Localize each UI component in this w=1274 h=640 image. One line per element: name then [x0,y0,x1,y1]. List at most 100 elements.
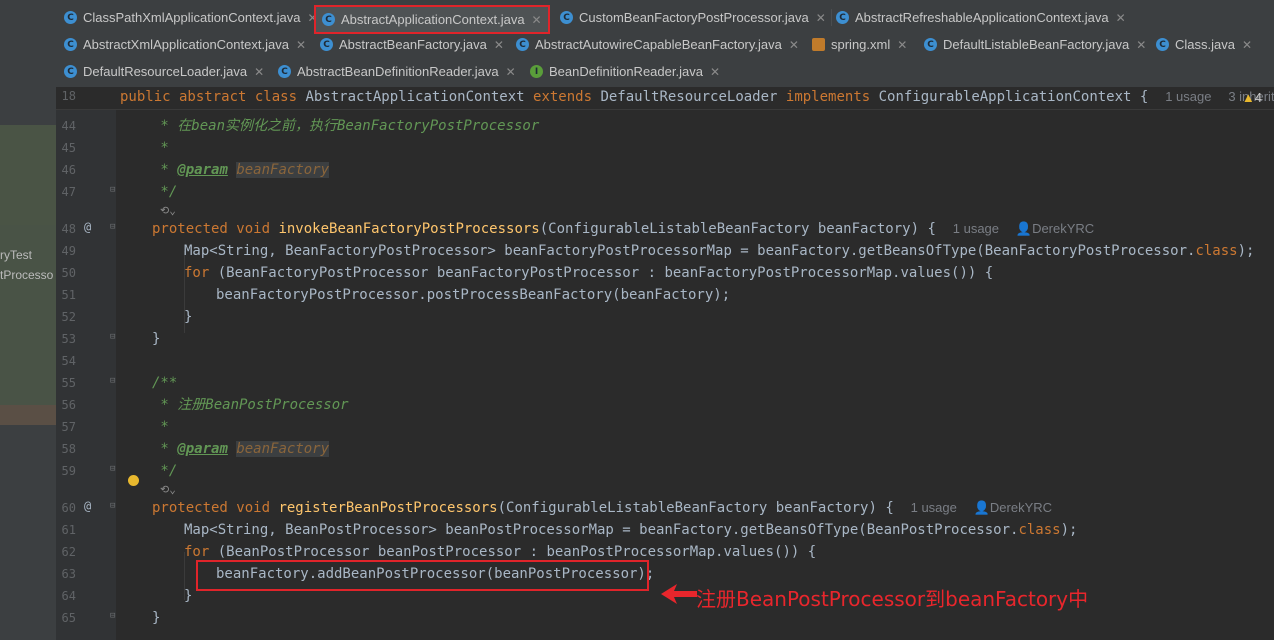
render-doc-toggle-icon[interactable]: ⟲⌄ [120,480,176,500]
tab-abstractbeanfactory[interactable]: C AbstractBeanFactory.java ✕ [320,31,504,58]
code-text: Map<String, BeanFactoryPostProcessor> be… [184,243,1196,259]
param-name: beanFactory [236,162,330,178]
code-text: Map<String, BeanPostProcessor> beanPostP… [184,522,1019,538]
tab-label: BeanDefinitionReader.java [549,64,703,79]
method-name[interactable]: registerBeanPostProcessors [278,500,497,516]
fold-icon[interactable]: ⊟ [110,611,115,621]
fold-icon[interactable]: ⊟ [110,376,115,386]
method-name[interactable]: invokeBeanFactoryPostProcessors [278,221,539,237]
code-line: beanFactoryPostProcessor.postProcessBean… [216,287,731,303]
line-number: 65 [61,611,76,625]
panel-band [0,125,56,225]
param-name: beanFactory [236,441,330,457]
line-number: 47 [61,185,76,199]
sticky-class-header[interactable]: 18 public abstract class AbstractApplica… [56,87,1274,110]
code-text: ); [1237,243,1255,259]
keyword: protected void [152,500,279,516]
tab-abstractrefreshableapplicationcontext[interactable]: C AbstractRefreshableApplicationContext.j… [836,4,1126,31]
inspection-widget[interactable]: ▲4 [1242,90,1262,105]
code-line: * 注册BeanPostProcessor [152,397,349,413]
tab-abstractapplicationcontext[interactable]: C AbstractApplicationContext.java ✕ [314,5,550,34]
xml-file-icon [812,38,825,51]
base-class: DefaultResourceLoader [600,89,786,105]
author-hint[interactable]: DerekYRC [990,500,1052,515]
keyword: extends [533,89,601,105]
tab-abstractautowirecapablebeanfactory[interactable]: C AbstractAutowireCapableBeanFactory.java… [516,31,799,58]
close-icon[interactable]: ✕ [710,65,720,79]
close-icon[interactable]: ✕ [816,11,826,25]
override-marker-icon[interactable]: @ [84,220,91,234]
code-line: * [152,140,169,156]
fold-icon[interactable]: ⊟ [110,185,115,195]
close-icon[interactable]: ✕ [1242,38,1252,52]
usage-hint[interactable]: 1 usage [953,221,999,236]
close-icon[interactable]: ✕ [1136,38,1146,52]
code-line: } [184,588,193,604]
tab-abstractbeandefinitionreader[interactable]: C AbstractBeanDefinitionReader.java ✕ [278,58,516,85]
line-number: 59 [61,464,76,478]
code-line: } [152,610,161,626]
class-icon: C [278,65,291,78]
fold-icon[interactable]: ⊟ [110,222,115,232]
override-marker-icon[interactable]: @ [84,499,91,513]
usage-hint[interactable]: 1 usage [911,500,957,515]
tab-abstractxmlapplicationcontext[interactable]: C AbstractXmlApplicationContext.java ✕ [64,31,306,58]
close-icon[interactable]: ✕ [532,13,542,27]
close-icon[interactable]: ✕ [494,38,504,52]
line-number: 48 [61,222,76,236]
line-number: 46 [61,163,76,177]
annotation-arrow-icon [661,584,697,604]
editor-tab-bar: C ClassPathXmlApplicationContext.java ✕ CA… [56,0,1274,87]
tab-class-java[interactable]: C Class.java ✕ [1156,31,1252,58]
keyword: implements [785,89,879,105]
code-line: Map<String, BeanFactoryPostProcessor> be… [120,241,1254,261]
fold-icon[interactable]: ⊟ [110,332,115,342]
line-number: 45 [61,141,76,155]
line-number: 57 [61,420,76,434]
class-icon: C [64,65,77,78]
line-number: 18 [61,89,76,103]
close-icon[interactable]: ✕ [296,38,306,52]
fold-icon[interactable]: ⊟ [110,501,115,511]
close-icon[interactable]: ✕ [897,38,907,52]
project-tree-item[interactable]: ryTest [0,248,32,262]
class-icon: C [320,38,333,51]
tab-defaultresourceloader[interactable]: C DefaultResourceLoader.java ✕ [64,58,264,85]
class-declaration: public abstract class AbstractApplicatio… [120,87,1274,107]
tab-custombeanfactorypostprocessor[interactable]: C CustomBeanFactoryPostProcessor.java ✕ [560,4,832,31]
keyword: for [184,544,218,560]
warning-count: 4 [1254,90,1262,105]
keyword: for [184,265,218,281]
project-tree-item[interactable]: tProcesso [0,268,53,282]
tab-label: ClassPathXmlApplicationContext.java [83,10,301,25]
fold-icon[interactable]: ⊟ [110,464,115,474]
tab-defaultlistablebeanfactory[interactable]: C DefaultListableBeanFactory.java ✕ [924,31,1146,58]
tab-classpathxmlapplicationcontext[interactable]: C ClassPathXmlApplicationContext.java ✕ [64,4,318,31]
tab-label: CustomBeanFactoryPostProcessor.java [579,10,809,25]
class-icon: C [1156,38,1169,51]
class-icon: C [924,38,937,51]
annotation-text: 注册BeanPostProcessor到beanFactory中 [696,587,1089,611]
tab-beandefinitionreader[interactable]: I BeanDefinitionReader.java ✕ [530,58,720,85]
tab-label: AbstractXmlApplicationContext.java [83,37,289,52]
code-line: * [152,419,169,435]
tab-label: DefaultResourceLoader.java [83,64,248,79]
javadoc-tag: @param [177,162,228,178]
render-doc-toggle-icon[interactable]: ⟲⌄ [120,201,176,221]
author-hint[interactable]: DerekYRC [1032,221,1094,236]
method-params: (ConfigurableListableBeanFactory beanFac… [497,500,894,516]
close-icon[interactable]: ✕ [789,38,799,52]
doc-text: * [152,441,178,457]
close-icon[interactable]: ✕ [254,65,264,79]
close-icon[interactable]: ✕ [506,65,516,79]
code-text: (BeanPostProcessor beanPostProcessor : b… [217,544,817,560]
class-name: AbstractApplicationContext [305,89,534,105]
usage-hint[interactable]: 1 usage [1165,89,1211,104]
tab-spring-xml[interactable]: spring.xml ✕ [812,31,907,58]
method-declaration: protected void registerBeanPostProcessor… [120,498,1052,518]
line-number: 44 [61,119,76,133]
close-icon[interactable]: ✕ [1116,11,1126,25]
tab-label: AbstractAutowireCapableBeanFactory.java [535,37,782,52]
code-editor[interactable]: 18 public abstract class AbstractApplica… [56,87,1274,640]
highlight-box [196,560,649,591]
